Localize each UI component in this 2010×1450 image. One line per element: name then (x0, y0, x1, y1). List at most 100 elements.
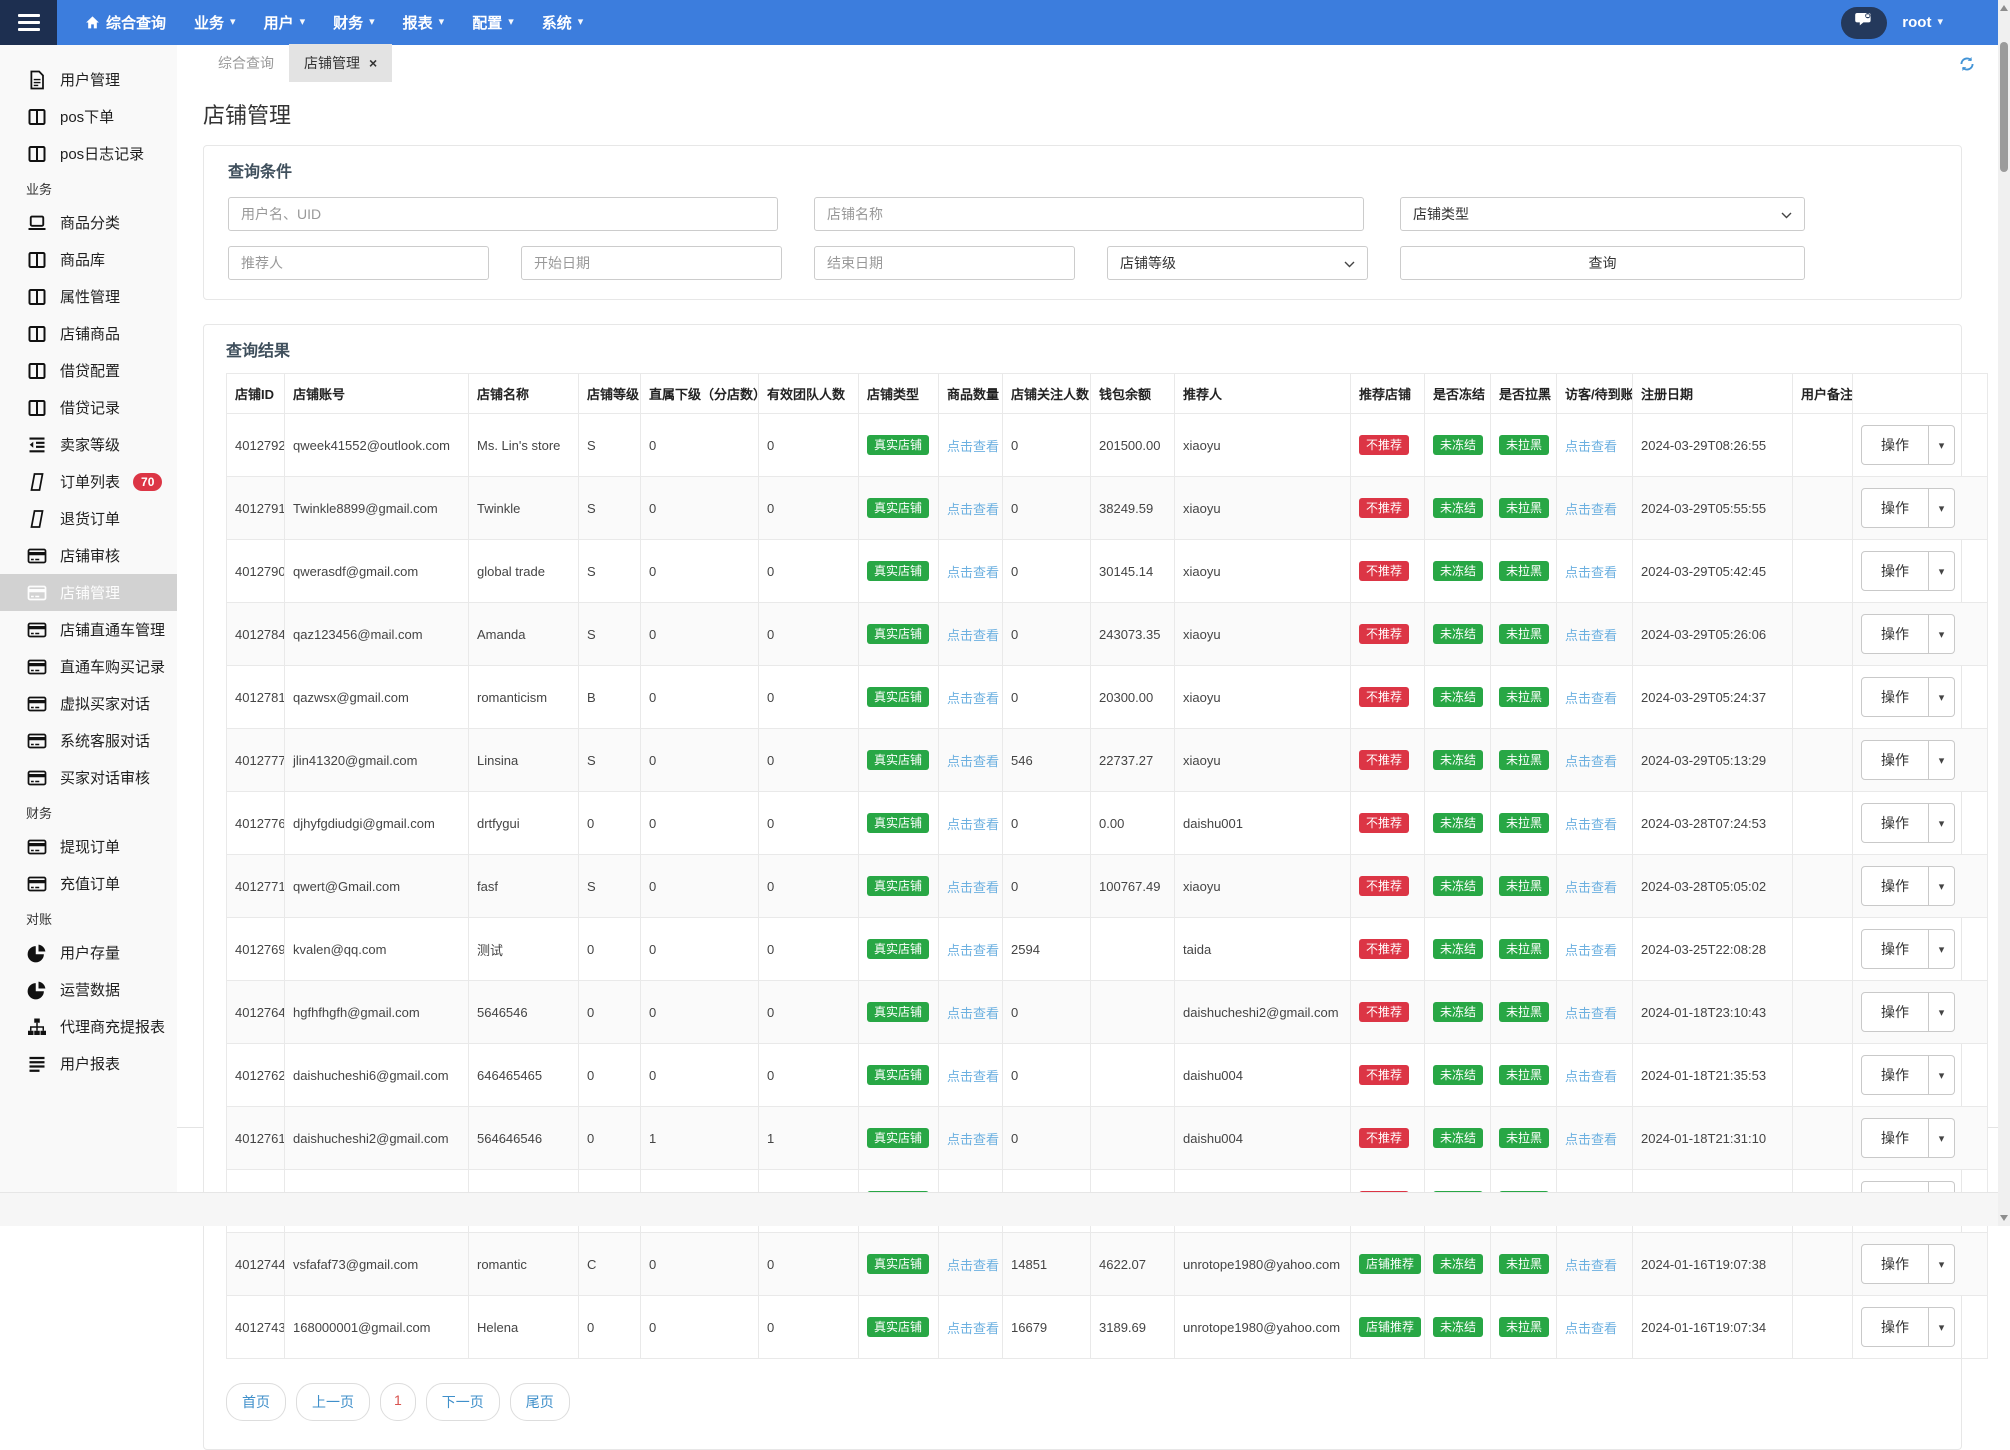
sidebar-item[interactable]: 代理商充提报表 (0, 1008, 177, 1045)
sidebar-item[interactable]: 借贷记录 (0, 389, 177, 426)
goods-view-link[interactable]: 点击查看 (947, 1321, 999, 1336)
action-split-button[interactable]: 操作▾ (1861, 1118, 1955, 1158)
action-button[interactable]: 操作 (1861, 1055, 1929, 1095)
goods-view-link[interactable]: 点击查看 (947, 1132, 999, 1147)
action-button[interactable]: 操作 (1861, 677, 1929, 717)
pagination-button[interactable]: 下一页 (425, 1383, 500, 1421)
action-button[interactable]: 操作 (1861, 740, 1929, 780)
visitors-view-link[interactable]: 点击查看 (1565, 880, 1617, 895)
action-split-button[interactable]: 操作▾ (1861, 425, 1955, 465)
nav-item[interactable]: 配置 ▾ (472, 12, 514, 33)
visitors-view-link[interactable]: 点击查看 (1565, 1006, 1617, 1021)
sidebar-item[interactable]: 系统客服对话 (0, 722, 177, 759)
tab-item[interactable]: 综合查询 (203, 44, 289, 82)
search-button[interactable]: 查询 (1400, 246, 1805, 280)
action-button[interactable]: 操作 (1861, 1118, 1929, 1158)
sidebar-item[interactable]: 订单列表 70 (0, 463, 177, 500)
action-split-button[interactable]: 操作▾ (1861, 992, 1955, 1032)
sidebar-item[interactable]: 商品分类 (0, 204, 177, 241)
visitors-view-link[interactable]: 点击查看 (1565, 1069, 1617, 1084)
sidebar-item[interactable]: 虚拟买家对话 (0, 685, 177, 722)
goods-view-link[interactable]: 点击查看 (947, 628, 999, 643)
sidebar-item[interactable]: 店铺审核 (0, 537, 177, 574)
sidebar-item[interactable]: 店铺管理 (0, 574, 177, 611)
action-split-button[interactable]: 操作▾ (1861, 1055, 1955, 1095)
sidebar-item[interactable]: 退货订单 (0, 500, 177, 537)
visitors-view-link[interactable]: 点击查看 (1565, 565, 1617, 580)
sidebar-item[interactable]: 用户报表 (0, 1045, 177, 1082)
action-button[interactable]: 操作 (1861, 1244, 1929, 1284)
sidebar-item[interactable]: 店铺商品 (0, 315, 177, 352)
refresh-icon[interactable] (1958, 55, 1976, 73)
action-split-button[interactable]: 操作▾ (1861, 803, 1955, 843)
scroll-up-arrow-icon[interactable] (2000, 5, 2008, 11)
visitors-view-link[interactable]: 点击查看 (1565, 754, 1617, 769)
action-button[interactable]: 操作 (1861, 614, 1929, 654)
action-split-button[interactable]: 操作▾ (1861, 1307, 1955, 1347)
goods-view-link[interactable]: 点击查看 (947, 439, 999, 454)
sidebar-item[interactable]: 店铺直通车管理 (0, 611, 177, 648)
goods-view-link[interactable]: 点击查看 (947, 1069, 999, 1084)
action-caret-button[interactable]: ▾ (1929, 677, 1955, 717)
shop-type-select[interactable]: 店铺类型 (1400, 197, 1805, 231)
goods-view-link[interactable]: 点击查看 (947, 880, 999, 895)
visitors-view-link[interactable]: 点击查看 (1565, 817, 1617, 832)
action-caret-button[interactable]: ▾ (1929, 551, 1955, 591)
sidebar-item[interactable]: 直通车购买记录 (0, 648, 177, 685)
action-split-button[interactable]: 操作▾ (1861, 740, 1955, 780)
username-uid-input[interactable] (228, 197, 778, 231)
nav-item[interactable]: 综合查询 (85, 12, 166, 33)
scrollbar-thumb[interactable] (2000, 42, 2008, 172)
nav-item[interactable]: 用户 ▾ (264, 12, 306, 33)
action-split-button[interactable]: 操作▾ (1861, 929, 1955, 969)
goods-view-link[interactable]: 点击查看 (947, 943, 999, 958)
goods-view-link[interactable]: 点击查看 (947, 817, 999, 832)
action-split-button[interactable]: 操作▾ (1861, 614, 1955, 654)
visitors-view-link[interactable]: 点击查看 (1565, 1132, 1617, 1147)
goods-view-link[interactable]: 点击查看 (947, 754, 999, 769)
action-split-button[interactable]: 操作▾ (1861, 677, 1955, 717)
action-caret-button[interactable]: ▾ (1929, 929, 1955, 969)
pagination-button[interactable]: 尾页 (509, 1383, 570, 1421)
sidebar-item[interactable]: 买家对话审核 (0, 759, 177, 796)
shop-name-input[interactable] (814, 197, 1364, 231)
goods-view-link[interactable]: 点击查看 (947, 502, 999, 517)
action-button[interactable]: 操作 (1861, 929, 1929, 969)
nav-item[interactable]: 报表 ▾ (403, 12, 445, 33)
action-caret-button[interactable]: ▾ (1929, 1307, 1955, 1347)
sidebar-item[interactable]: 提现订单 (0, 828, 177, 865)
action-caret-button[interactable]: ▾ (1929, 1055, 1955, 1095)
action-button[interactable]: 操作 (1861, 992, 1929, 1032)
messages-button[interactable] (1841, 6, 1888, 39)
action-caret-button[interactable]: ▾ (1929, 1118, 1955, 1158)
sidebar-item[interactable]: 卖家等级 (0, 426, 177, 463)
visitors-view-link[interactable]: 点击查看 (1565, 1258, 1617, 1273)
vertical-scrollbar[interactable] (1998, 0, 2010, 1226)
end-date-input[interactable] (814, 246, 1075, 280)
sidebar-item[interactable]: 运营数据 (0, 971, 177, 1008)
action-caret-button[interactable]: ▾ (1929, 740, 1955, 780)
menu-toggle-button[interactable] (0, 0, 57, 45)
action-button[interactable]: 操作 (1861, 803, 1929, 843)
sidebar-item[interactable]: 商品库 (0, 241, 177, 278)
sidebar-item[interactable]: 属性管理 (0, 278, 177, 315)
action-button[interactable]: 操作 (1861, 1307, 1929, 1347)
action-button[interactable]: 操作 (1861, 866, 1929, 906)
goods-view-link[interactable]: 点击查看 (947, 1258, 999, 1273)
pagination-button[interactable]: 1 (380, 1383, 416, 1421)
visitors-view-link[interactable]: 点击查看 (1565, 502, 1617, 517)
action-caret-button[interactable]: ▾ (1929, 992, 1955, 1032)
action-caret-button[interactable]: ▾ (1929, 425, 1955, 465)
pagination-button[interactable]: 上一页 (296, 1383, 370, 1421)
shop-level-select[interactable]: 店铺等级 (1107, 246, 1368, 280)
pagination-button[interactable]: 首页 (226, 1383, 286, 1421)
nav-item[interactable]: 系统 ▾ (542, 12, 584, 33)
action-caret-button[interactable]: ▾ (1929, 614, 1955, 654)
tab-active[interactable]: 店铺管理 × (289, 44, 393, 82)
action-button[interactable]: 操作 (1861, 425, 1929, 465)
start-date-input[interactable] (521, 246, 782, 280)
goods-view-link[interactable]: 点击查看 (947, 691, 999, 706)
goods-view-link[interactable]: 点击查看 (947, 565, 999, 580)
action-caret-button[interactable]: ▾ (1929, 803, 1955, 843)
scroll-down-arrow-icon[interactable] (2000, 1215, 2008, 1221)
